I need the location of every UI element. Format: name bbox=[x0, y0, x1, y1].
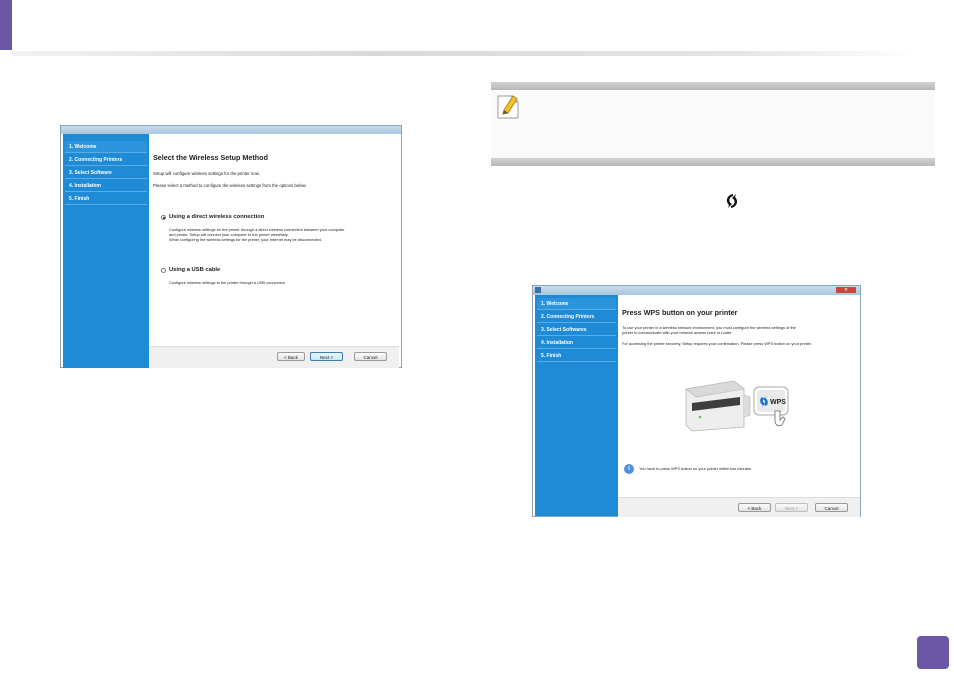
sidebar-item-finish[interactable]: 5. Finish bbox=[65, 193, 147, 205]
sidebar-item-installation[interactable]: 4. Installation bbox=[537, 337, 616, 349]
installer-window-wps: ✕ 1. Welcome 2. Connecting Printers 3. S… bbox=[532, 285, 861, 517]
window-titlebar: ✕ bbox=[533, 286, 860, 295]
option-usb-cable-label[interactable]: Using a USB cable bbox=[169, 267, 220, 273]
sidebar-item-finish[interactable]: 5. Finish bbox=[537, 350, 616, 362]
next-button[interactable]: Next > bbox=[310, 352, 343, 361]
installer-sidebar: 1. Welcome 2. Connecting Printers 3. Sel… bbox=[535, 295, 618, 516]
info-icon: i bbox=[624, 464, 634, 474]
option-direct-wireless-label[interactable]: Using a direct wireless connection bbox=[169, 214, 264, 220]
note-box bbox=[491, 82, 935, 166]
sidebar-item-installation[interactable]: 4. Installation bbox=[65, 180, 147, 192]
installer-content: Select the Wireless Setup Method Setup w… bbox=[149, 134, 399, 346]
page-title: Select the Wireless Setup Method bbox=[153, 153, 268, 162]
page-number-badge bbox=[917, 636, 949, 669]
instruction-text: For accessing the printer securely, Setu… bbox=[622, 341, 813, 346]
printer-wps-illustration: WPS bbox=[685, 380, 789, 432]
installer-content: Press WPS button on your printer To use … bbox=[618, 295, 860, 497]
sidebar-item-connecting-printers[interactable]: 2. Connecting Printers bbox=[537, 311, 616, 323]
sidebar-item-select-softwares[interactable]: 3. Select Softwares bbox=[537, 324, 616, 336]
sidebar-item-welcome[interactable]: 1. Welcome bbox=[65, 141, 147, 153]
back-button[interactable]: < Back bbox=[277, 352, 305, 361]
sidebar-item-connecting-printers[interactable]: 2. Connecting Printers bbox=[65, 154, 147, 166]
app-icon bbox=[535, 287, 541, 293]
installer-window-wireless-method: 1. Welcome 2. Connecting Printers 3. Sel… bbox=[60, 125, 402, 368]
page-title: Press WPS button on your printer bbox=[622, 308, 738, 317]
radio-usb-cable[interactable] bbox=[161, 268, 166, 273]
intro-text: printer to communicate with your network… bbox=[622, 330, 733, 335]
window-titlebar bbox=[61, 126, 401, 134]
note-pencil-icon bbox=[497, 95, 519, 119]
intro-text: Setup will configure wireless settings f… bbox=[153, 171, 260, 176]
back-button[interactable]: < Back bbox=[738, 503, 771, 512]
wps-button-label: WPS bbox=[770, 399, 786, 406]
button-bar: < Back Next > Cancel bbox=[618, 497, 860, 517]
sidebar-item-welcome[interactable]: 1. Welcome bbox=[537, 298, 616, 310]
option-direct-wireless-desc: While configuring the wireless settings … bbox=[169, 237, 322, 242]
section-tab bbox=[0, 0, 12, 50]
cancel-button[interactable]: Cancel bbox=[354, 352, 387, 361]
note-top-bar bbox=[491, 82, 935, 90]
close-icon[interactable]: ✕ bbox=[836, 287, 856, 293]
header-rule bbox=[12, 51, 917, 56]
next-button[interactable]: Next > bbox=[775, 503, 808, 512]
option-usb-cable-desc: Configure wireless settings to the print… bbox=[169, 280, 285, 285]
button-bar: < Back Next > Cancel bbox=[149, 346, 399, 368]
cancel-button[interactable]: Cancel bbox=[815, 503, 848, 512]
instruction-text: Please select a method to configure the … bbox=[153, 183, 307, 188]
sidebar-item-select-software[interactable]: 3. Select Software bbox=[65, 167, 147, 179]
wps-icon bbox=[726, 194, 738, 208]
timeout-notice: You have to press WPS button on your pri… bbox=[639, 466, 752, 471]
radio-direct-wireless[interactable] bbox=[161, 215, 166, 220]
note-bottom-bar bbox=[491, 158, 935, 166]
installer-sidebar: 1. Welcome 2. Connecting Printers 3. Sel… bbox=[63, 134, 149, 368]
